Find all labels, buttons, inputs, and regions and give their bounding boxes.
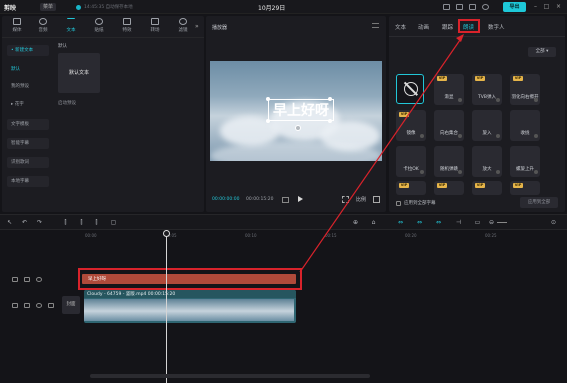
app-window: 剪映 菜单 14:45:35 自动保存本地 10月29日 导出 – □ × 媒体… (0, 0, 567, 383)
annotation-arrows (299, 34, 464, 273)
arrow-head (456, 34, 464, 42)
arrow-line (299, 39, 461, 273)
